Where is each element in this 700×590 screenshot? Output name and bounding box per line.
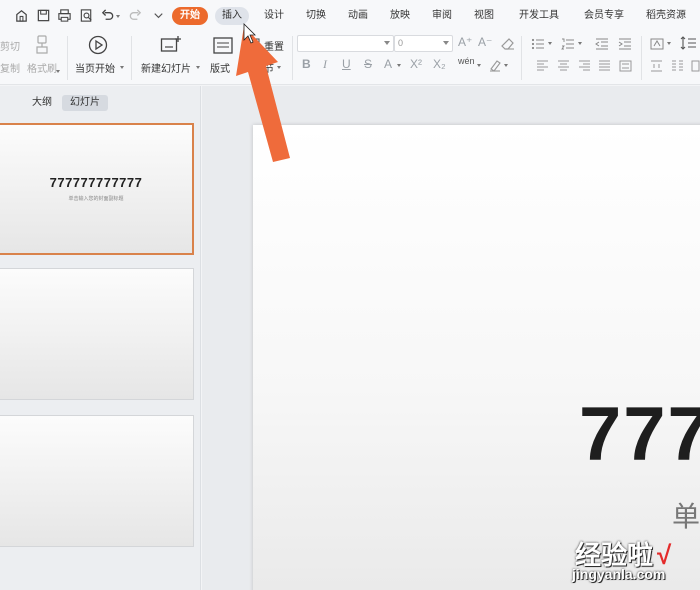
slide-thumbnail-3[interactable] (0, 415, 194, 547)
convert-icon[interactable] (691, 59, 700, 77)
decrease-font-icon[interactable]: A⁻ (478, 35, 492, 49)
layout-icon[interactable] (213, 37, 233, 59)
ribbon-divider (641, 36, 642, 80)
print-preview-icon[interactable] (78, 7, 94, 23)
increase-font-icon[interactable]: A⁺ (458, 35, 472, 49)
ribbon-divider (521, 36, 522, 80)
slide-thumbnail-1[interactable]: 777777777777 单击输入您的封面副标题 (0, 123, 194, 255)
ribbon-divider (292, 36, 293, 80)
slide-title[interactable]: 777 (579, 391, 700, 478)
text-direction-dropdown-icon[interactable] (667, 42, 671, 45)
italic-icon[interactable]: I (323, 57, 327, 72)
tab-view[interactable]: 视图 (474, 7, 494, 25)
section-dropdown-icon[interactable] (277, 66, 281, 69)
slide-thumbnail-pane: 大纲 幻灯片 777777777777 单击输入您的封面副标题 (0, 86, 201, 590)
tab-templates[interactable]: 稻壳资源 (646, 7, 686, 25)
title-bar: 开始 插入 设计 切换 动画 放映 审阅 视图 开发工具 会员专享 稻壳资源 (0, 0, 700, 32)
distributed-icon[interactable] (619, 59, 632, 77)
new-slide-icon[interactable] (160, 35, 182, 60)
tab-transition[interactable]: 切换 (306, 7, 326, 25)
undo-icon[interactable] (99, 7, 115, 23)
play-icon[interactable] (88, 35, 108, 60)
clear-format-icon[interactable] (501, 37, 515, 55)
text-direction-icon[interactable] (650, 37, 664, 55)
bullets-icon[interactable] (531, 37, 545, 55)
thumbnail-subtitle: 单击输入您的封面副标题 (68, 196, 124, 202)
ribbon-divider (131, 36, 132, 80)
underline-icon[interactable]: U (342, 57, 351, 71)
section-button[interactable]: 节 (264, 60, 274, 75)
strikethrough-icon[interactable]: S (364, 57, 372, 71)
current-slide[interactable]: 777 单 (253, 125, 700, 590)
align-center-icon[interactable] (557, 59, 570, 77)
copy-button[interactable]: 复制 (0, 60, 20, 75)
cut-button[interactable]: 剪切 (0, 38, 20, 53)
home-icon[interactable] (13, 7, 29, 23)
format-painter-dropdown-icon[interactable] (56, 70, 60, 73)
format-painter-icon[interactable] (33, 35, 51, 60)
ribbon-divider (67, 36, 68, 80)
font-size-value: 0 (398, 38, 404, 48)
tab-home[interactable]: 开始 (172, 7, 208, 25)
tab-slideshow[interactable]: 放映 (390, 7, 410, 25)
watermark-url: jingyanla.com (572, 566, 666, 582)
redo-icon[interactable] (127, 7, 143, 23)
tab-member[interactable]: 会员专享 (584, 7, 624, 25)
font-size-select[interactable]: 0 (394, 35, 453, 52)
undo-dropdown-icon[interactable] (116, 15, 120, 18)
bullets-dropdown-icon[interactable] (548, 42, 552, 45)
tab-animation[interactable]: 动画 (348, 7, 368, 25)
superscript-icon[interactable]: X² (410, 57, 422, 71)
highlight-dropdown-icon[interactable] (504, 64, 508, 67)
play-from-current-button[interactable]: 当页开始 (75, 60, 115, 75)
ribbon-home: 剪切 复制 格式刷 当页开始 新建幻灯片 版式 重置 节 0 A⁺ A⁻ B I… (0, 32, 700, 85)
highlight-icon[interactable] (488, 59, 502, 77)
numbering-dropdown-icon[interactable] (578, 42, 582, 45)
tab-outline[interactable]: 大纲 (24, 95, 60, 111)
tab-design[interactable]: 设计 (264, 7, 284, 25)
font-color-dropdown-icon[interactable] (397, 64, 401, 67)
line-spacing-icon[interactable] (680, 36, 696, 55)
font-color-icon[interactable]: A (384, 57, 392, 71)
customize-quick-access-icon[interactable] (150, 7, 166, 23)
increase-indent-icon[interactable] (618, 37, 632, 55)
align-left-icon[interactable] (536, 59, 549, 77)
slide-subtitle[interactable]: 单 (672, 495, 700, 535)
format-painter-label[interactable]: 格式刷 (27, 60, 57, 75)
justify-icon[interactable] (598, 59, 611, 77)
reset-icon[interactable] (246, 38, 260, 56)
decrease-indent-icon[interactable] (595, 37, 609, 55)
tab-slides[interactable]: 幻灯片 (62, 95, 108, 111)
print-icon[interactable] (56, 7, 72, 23)
thumbnail-title: 777777777777 (49, 175, 143, 190)
numbering-icon[interactable] (561, 37, 575, 55)
new-slide-button[interactable]: 新建幻灯片 (141, 60, 191, 75)
bold-icon[interactable]: B (302, 57, 311, 71)
font-name-select[interactable] (297, 35, 394, 52)
reset-button[interactable]: 重置 (264, 38, 284, 53)
slide-thumbnail-2[interactable] (0, 268, 194, 400)
pinyin-guide-icon[interactable]: wén (458, 56, 475, 66)
tab-review[interactable]: 审阅 (432, 7, 452, 25)
play-dropdown-icon[interactable] (120, 66, 124, 69)
slide-editing-area: 777 单 (202, 86, 700, 590)
subscript-icon[interactable]: X₂ (433, 57, 446, 71)
tab-developer[interactable]: 开发工具 (519, 7, 559, 25)
save-icon[interactable] (35, 7, 51, 23)
align-right-icon[interactable] (578, 59, 591, 77)
new-slide-dropdown-icon[interactable] (196, 66, 200, 69)
columns-icon[interactable] (671, 59, 684, 77)
tab-insert[interactable]: 插入 (215, 7, 249, 25)
pinyin-dropdown-icon[interactable] (477, 64, 481, 67)
align-text-icon[interactable] (650, 59, 663, 77)
layout-button[interactable]: 版式 (210, 60, 230, 75)
